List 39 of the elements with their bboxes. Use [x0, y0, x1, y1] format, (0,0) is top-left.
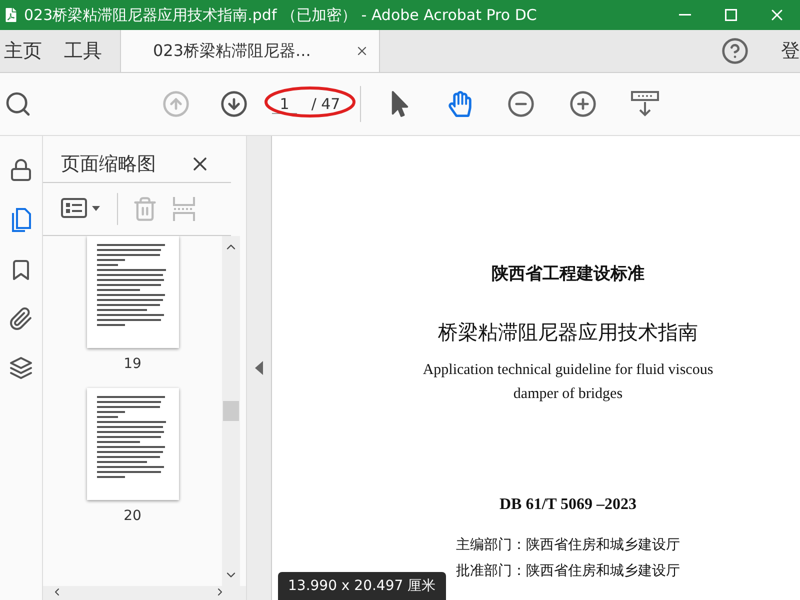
thumbnail-options-icon[interactable] — [61, 197, 103, 221]
maximize-icon — [725, 9, 737, 21]
document-text: damper of bridges — [513, 386, 623, 403]
minimize-icon — [679, 14, 691, 16]
page-label: 19 — [124, 356, 142, 372]
layers-icon[interactable] — [9, 356, 33, 380]
panel-title: 页面缩略图 — [61, 152, 156, 177]
thumbnail-page[interactable] — [86, 236, 178, 348]
window-title: 023桥梁粘滞阻尼器应用技术指南.pdf （已加密） - Adobe Acrobat Pro DC — [24, 6, 537, 24]
lock-icon[interactable] — [9, 158, 33, 182]
page-number-field[interactable]: 1 — [272, 94, 298, 114]
paperclip-icon[interactable] — [9, 307, 33, 331]
zoom-out-icon[interactable] — [507, 90, 535, 118]
page-size-tooltip: 13.990 x 20.497 厘米 — [278, 572, 446, 600]
sign-in-link[interactable]: 登 — [781, 38, 800, 64]
page-label: 20 — [124, 508, 142, 524]
tab[interactable]: 023桥梁粘滞阻尼器... — [120, 30, 380, 72]
zoom-in-icon[interactable] — [569, 90, 597, 118]
tab[interactable]: 工具 — [60, 30, 120, 72]
scrollbar-thumb[interactable] — [223, 401, 239, 421]
document-text: DB 61/T 5069 –2023 — [499, 496, 637, 514]
close-tab-icon[interactable] — [355, 44, 369, 58]
help-icon[interactable] — [721, 37, 749, 65]
page-count: / 47 — [311, 95, 340, 113]
document-text: 桥梁粘滞阻尼器应用技术指南 — [438, 319, 698, 346]
document-text: 主编部门：陕西省住房和城乡建设厅 — [456, 536, 680, 554]
panel-collapse-handle[interactable] — [247, 136, 271, 600]
tab[interactable]: 主页 — [0, 30, 60, 72]
collapse-arrow-icon — [255, 361, 263, 375]
scroll-mode-icon[interactable] — [631, 90, 659, 118]
search-icon[interactable] — [4, 90, 32, 118]
pdf-icon — [4, 8, 18, 22]
thumbnail-page[interactable] — [86, 388, 178, 500]
document-text: 批准部门：陕西省住房和城乡建设厅 — [456, 562, 680, 580]
scrollbar[interactable] — [222, 236, 240, 586]
hand-icon[interactable] — [447, 91, 473, 117]
document-text: 陕西省工程建设标准 — [492, 263, 644, 285]
pages-icon[interactable] — [10, 207, 32, 233]
document-text: Application technical guideline for fluid viscous — [422, 362, 714, 379]
